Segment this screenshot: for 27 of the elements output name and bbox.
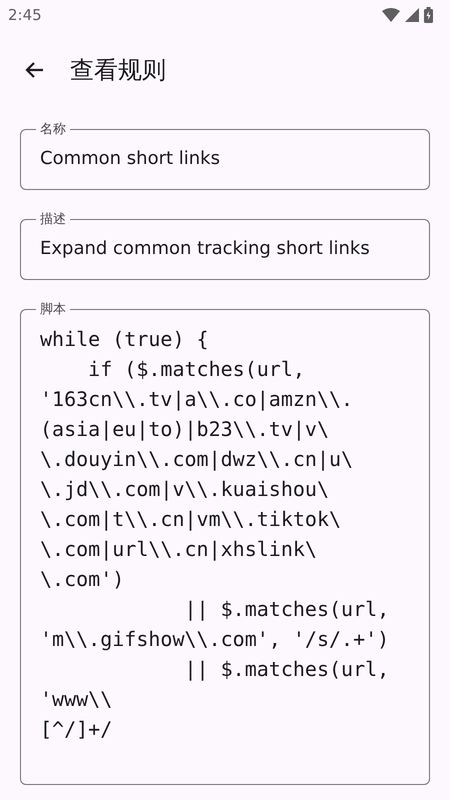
- script-field[interactable]: [20, 300, 430, 785]
- wifi-icon: [382, 8, 400, 22]
- code-line: \.douyin\\.com|dwz\\.cn|u\: [40, 446, 354, 473]
- page-title: 查看规则: [70, 55, 166, 86]
- code-line: || $.matches(url,: [183, 596, 390, 623]
- battery-icon: [424, 7, 433, 23]
- code-line: while (true) {: [40, 326, 210, 353]
- code-line: '163cn\\.tv|a\\.co|amzn\\.: [40, 386, 354, 413]
- field-label: 描述: [39, 211, 67, 228]
- code-line: if ($.matches(url,: [87, 356, 306, 383]
- field-label: 名称: [39, 121, 67, 138]
- code-line: \.com|t\\.cn|vm\\.tiktok\: [40, 506, 342, 533]
- field-value: Expand common tracking short links: [40, 238, 371, 259]
- field-value: Common short links: [40, 148, 221, 169]
- code-line: || $.matches(url,: [183, 656, 390, 683]
- field-label: 脚本: [39, 301, 67, 318]
- text-field[interactable]: 名称 Common short links: [20, 120, 430, 190]
- code-line: \.jd\\.com|v\\.kuaishou\: [40, 476, 330, 503]
- code-line: \.com|url\\.cn|xhslink\: [40, 536, 318, 563]
- text-field[interactable]: 描述 Expand common tracking short links: [20, 210, 430, 280]
- code-line: [^/]+/: [40, 716, 114, 743]
- code-line: 'www\\: [40, 686, 114, 713]
- code-line: (asia|eu|to)|b23\\.tv|v\: [40, 416, 330, 443]
- code-line: \.com'): [40, 566, 126, 593]
- code-line: 'm\\.gifshow\\.com', '/s/.+'): [40, 626, 390, 653]
- status-time: 2:45: [8, 6, 42, 24]
- signal-icon: [405, 8, 419, 22]
